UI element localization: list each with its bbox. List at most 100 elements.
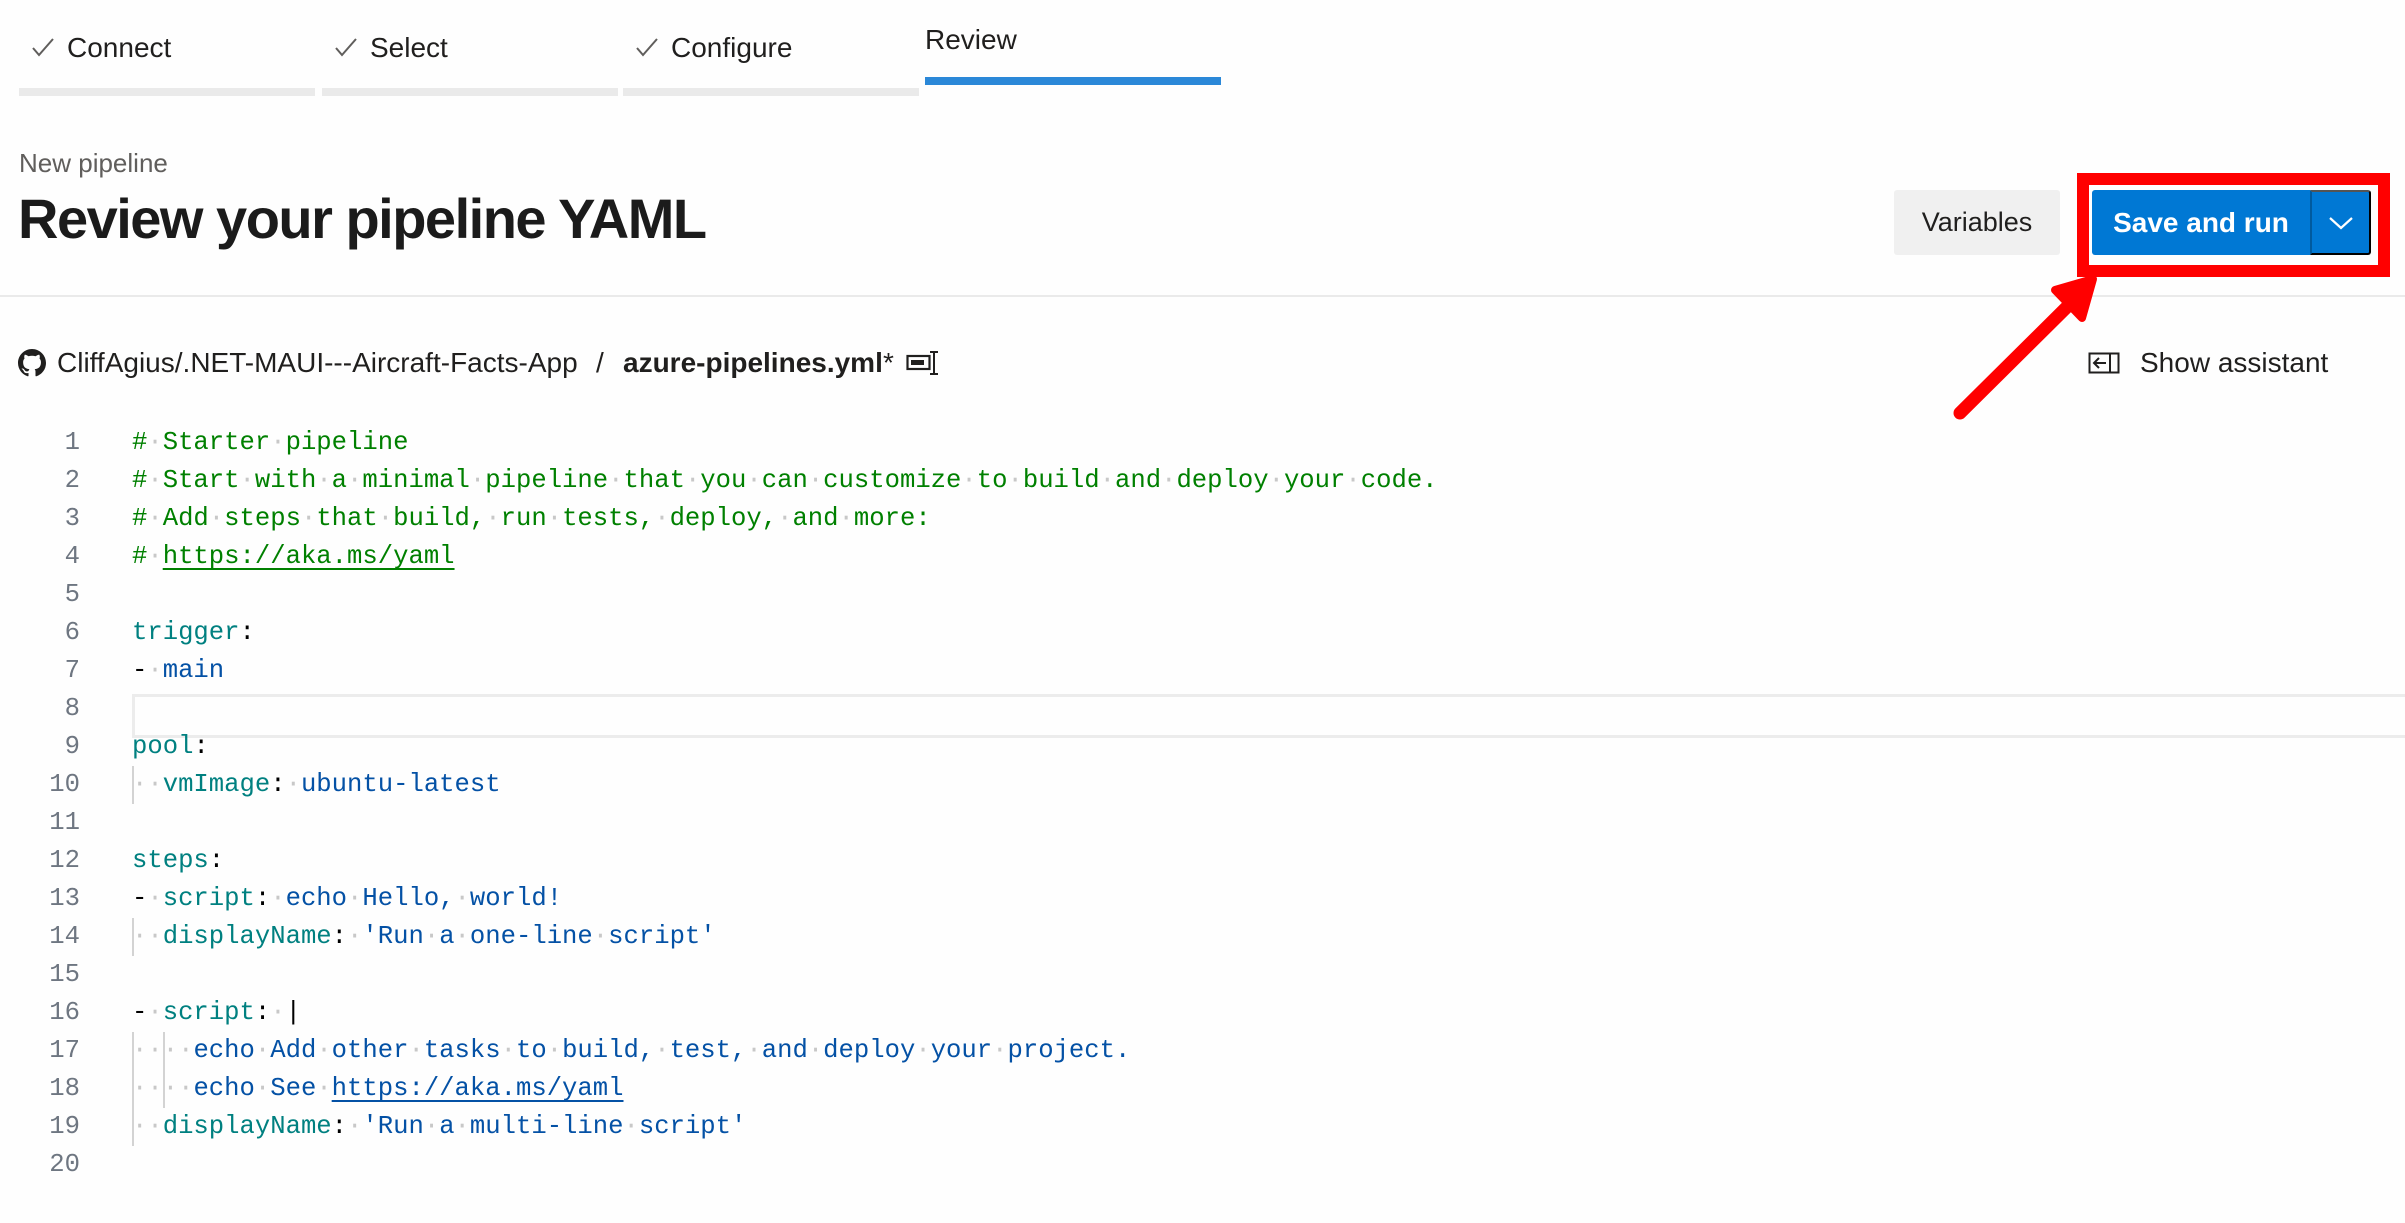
tab-select[interactable]: Select: [322, 0, 618, 120]
code-token: Add: [162, 504, 209, 533]
save-and-run-button[interactable]: Save and run: [2092, 190, 2310, 255]
whitespace-marker: ·: [1268, 466, 1284, 495]
code-token: a: [331, 466, 348, 495]
code-line[interactable]: 2 #·Start·with·a·minimal·pipeline·that·yo…: [0, 462, 2405, 500]
code-line[interactable]: 19 ··displayName:·'Run·a·multi-line·scrip…: [0, 1108, 2405, 1146]
whitespace-marker: ·: [423, 922, 440, 951]
code-token: #: [132, 504, 148, 533]
whitespace-marker: ·: [807, 1036, 824, 1065]
code-line[interactable]: 5: [0, 576, 2405, 614]
code-token: project.: [1007, 1036, 1131, 1065]
whitespace-marker: ·: [961, 466, 977, 495]
code-line[interactable]: 18····echo·See·https://aka.ms/yaml: [0, 1070, 2405, 1108]
code-token: with: [254, 466, 317, 495]
whitespace-marker: ·: [147, 542, 163, 571]
whitespace-marker: ··: [132, 770, 163, 799]
code-token: echo: [285, 884, 348, 913]
code-text: pool:: [132, 728, 209, 766]
whitespace-marker: ·: [454, 1112, 470, 1141]
code-token: |: [285, 998, 301, 1027]
code-token: steps: [224, 504, 301, 533]
code-token: Start: [162, 466, 240, 495]
save-options-dropdown-button[interactable]: [2310, 190, 2371, 255]
code-line[interactable]: 13 -·script:·echo·Hello,·world!: [0, 880, 2405, 918]
tab-connect[interactable]: Connect: [19, 0, 315, 120]
code-token: -: [132, 998, 148, 1027]
tab-label: Review: [925, 24, 1017, 55]
whitespace-marker: ·: [316, 466, 332, 495]
code-text: ··displayName:·'Run·a·one-line·script': [132, 918, 716, 956]
whitespace-marker: ·: [423, 1112, 440, 1141]
whitespace-marker: ·: [147, 428, 163, 457]
whitespace-marker: ·: [347, 1112, 363, 1141]
code-text: trigger:: [132, 614, 255, 652]
code-text: ··vmImage:·ubuntu-latest: [132, 766, 501, 804]
checkmark-icon: [636, 38, 658, 57]
tab-active-indicator: [925, 77, 1221, 85]
code-line[interactable]: 8: [0, 690, 2405, 728]
code-token: deploy: [823, 1036, 916, 1065]
code-line[interactable]: 20: [0, 1146, 2405, 1184]
tab-configure[interactable]: Configure: [623, 0, 919, 120]
code-line[interactable]: 7 -·main: [0, 652, 2405, 690]
tab-progress-bar: [322, 88, 618, 96]
tab-progress-bar: [19, 88, 315, 96]
line-number: 18: [49, 1074, 80, 1103]
whitespace-marker: ·: [285, 770, 301, 799]
code-token: steps: [132, 846, 209, 875]
code-token: run: [500, 504, 547, 533]
indent-guide: [132, 918, 134, 956]
code-token: script': [608, 922, 716, 951]
code-text: -·script:·echo·Hello,·world!: [132, 880, 562, 918]
annotation-arrow-shaft: [1953, 289, 2085, 420]
code-token[interactable]: https://aka.ms/yaml: [332, 1074, 624, 1103]
indent-guide: [162, 1032, 165, 1108]
code-line[interactable]: 15: [0, 956, 2405, 994]
tab-review[interactable]: Review: [925, 0, 1221, 120]
code-token: echo: [193, 1074, 255, 1103]
code-token: Add: [270, 1036, 317, 1065]
code-token: vmImage: [162, 770, 271, 799]
code-line[interactable]: 10 ··vmImage:·ubuntu-latest: [0, 766, 2405, 804]
code-token: echo: [193, 1036, 255, 1065]
whitespace-marker: ·: [347, 884, 363, 913]
whitespace-marker: ··: [132, 922, 163, 951]
whitespace-marker: ·: [1007, 466, 1023, 495]
code-line[interactable]: 4 #·https://aka.ms/yaml: [0, 538, 2405, 576]
whitespace-marker: ·: [147, 656, 163, 685]
whitespace-marker: ·: [746, 466, 762, 495]
tab-label: Connect: [67, 32, 172, 63]
code-line[interactable]: 6 trigger:: [0, 614, 2405, 652]
yaml-editor[interactable]: 1 #·Starter·pipeline 2 #·Start·with·a·minim…: [0, 424, 2405, 1223]
breadcrumb-repository-link[interactable]: CliffAgius/.NET-MAUI---Aircraft-Facts-Ap…: [57, 345, 578, 381]
code-line[interactable]: 9 pool:: [0, 728, 2405, 766]
code-line[interactable]: 3 #·Add·steps·that·build,·run·tests,·depl…: [0, 500, 2405, 538]
whitespace-marker: ·: [777, 504, 793, 533]
code-line[interactable]: 16 -·script:·|: [0, 994, 2405, 1032]
checkmark-icon: [32, 38, 54, 57]
code-token: trigger: [132, 618, 240, 647]
whitespace-marker: ·: [208, 504, 225, 533]
whitespace-marker: ·: [654, 504, 670, 533]
code-token: #: [132, 428, 148, 457]
code-token: See: [270, 1074, 317, 1103]
rename-icon[interactable]: [906, 350, 940, 376]
code-token: a: [439, 922, 455, 951]
code-line[interactable]: 12 steps:: [0, 842, 2405, 880]
code-token: deploy,: [669, 504, 778, 533]
code-text: ··displayName:·'Run·a·multi-line·script': [132, 1108, 746, 1146]
whitespace-marker: ·: [147, 998, 163, 1027]
line-number: 13: [49, 884, 80, 913]
code-token: Hello,: [362, 884, 455, 913]
line-number: 14: [49, 922, 80, 951]
code-line[interactable]: 1 #·Starter·pipeline: [0, 424, 2405, 462]
whitespace-marker: ·: [1345, 466, 1361, 495]
whitespace-marker: ·: [316, 1036, 332, 1065]
whitespace-marker: ·: [270, 428, 286, 457]
code-token: one-line: [469, 922, 593, 951]
code-line[interactable]: 17····echo·Add·other·tasks·to·build,·tes…: [0, 1032, 2405, 1070]
code-line[interactable]: 11: [0, 804, 2405, 842]
code-line[interactable]: 14 ··displayName:·'Run·a·one-line·script': [0, 918, 2405, 956]
variables-button[interactable]: Variables: [1894, 190, 2060, 255]
code-token[interactable]: https://aka.ms/yaml: [163, 542, 455, 571]
